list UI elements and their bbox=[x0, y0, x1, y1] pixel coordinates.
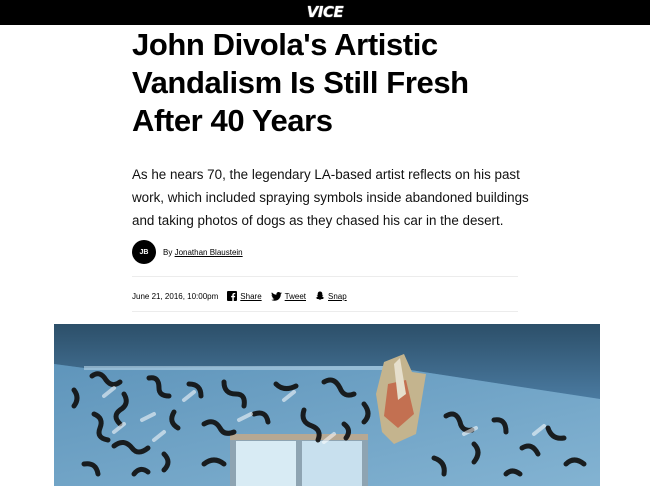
article-meta: June 21, 2016, 10:00pm Share Tweet Snap bbox=[132, 291, 356, 301]
share-twitter-label: Tweet bbox=[284, 291, 306, 301]
share-facebook-button[interactable]: Share bbox=[227, 291, 262, 301]
share-facebook-label: Share bbox=[240, 291, 262, 301]
author-link[interactable]: Jonathan Blaustein bbox=[175, 248, 243, 257]
facebook-icon bbox=[227, 291, 238, 301]
author-avatar[interactable]: JB bbox=[132, 240, 156, 264]
article-dek: As he nears 70, the legendary LA-based a… bbox=[132, 167, 529, 228]
share-twitter-button[interactable]: Tweet bbox=[270, 291, 306, 301]
snapchat-icon bbox=[315, 291, 325, 301]
divider-top bbox=[132, 276, 518, 277]
byline: JB By Jonathan Blaustein bbox=[132, 240, 243, 264]
twitter-icon bbox=[270, 291, 282, 301]
publish-date: June 21, 2016, 10:00pm bbox=[132, 291, 219, 301]
article-headline: John Divola's Artistic Vandalism Is Stil… bbox=[132, 27, 469, 138]
byline-text: By Jonathan Blaustein bbox=[163, 248, 243, 257]
hero-photo-graphic bbox=[54, 324, 600, 486]
top-bar: VICE bbox=[0, 0, 650, 25]
divider-bottom bbox=[132, 311, 518, 312]
byline-prefix: By bbox=[163, 247, 173, 257]
share-snapchat-label: Snap bbox=[328, 291, 347, 301]
hero-image[interactable] bbox=[54, 324, 600, 486]
share-snapchat-button[interactable]: Snap bbox=[315, 291, 347, 301]
vice-logo[interactable]: VICE bbox=[307, 5, 344, 20]
